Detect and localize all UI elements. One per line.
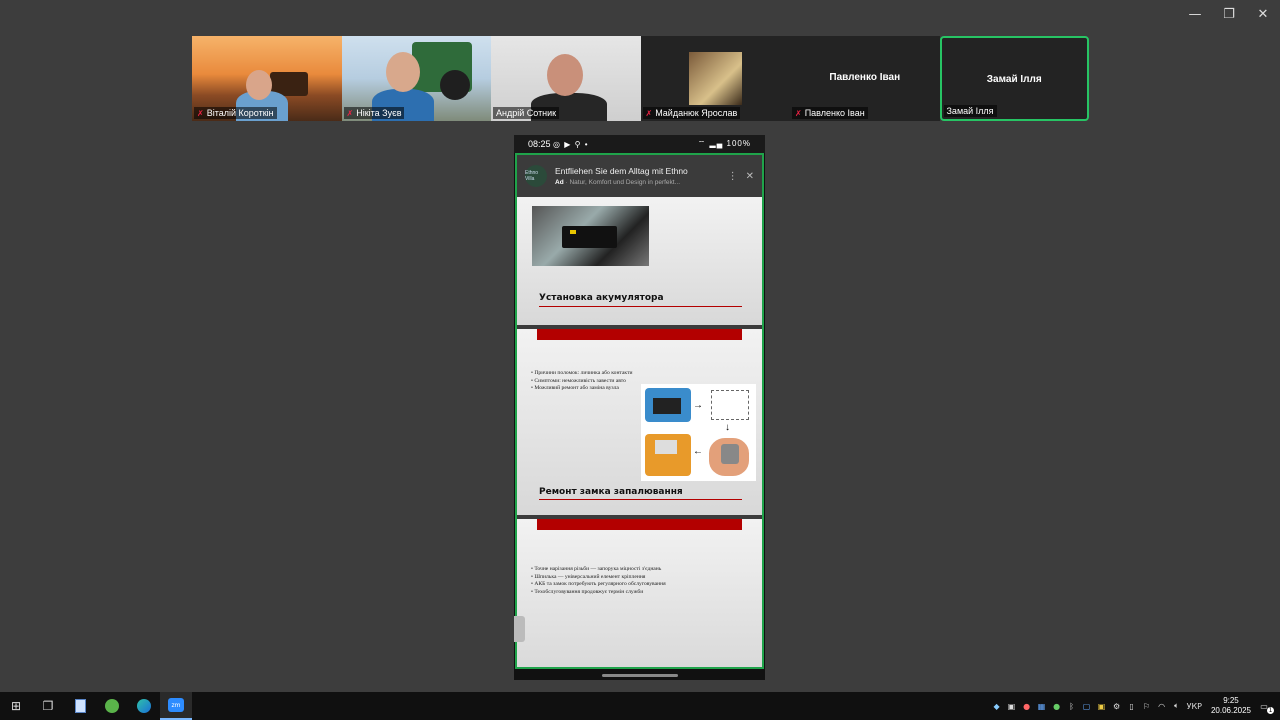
ad-banner[interactable]: Ethno Villa Entfliehen Sie dem Alltag mi… [517,155,762,197]
participant-name: ✗ Павленко Іван [792,107,868,119]
ad-headline: Entfliehen Sie dem Alltag mit Ethno [555,166,688,176]
slide-title: Ремонт замка запалювання [539,487,683,497]
signal-icon: ▂▄ [709,139,724,148]
window-controls: — ❐ ✕ [1178,0,1280,28]
utorrent-icon[interactable] [96,692,128,720]
mic-muted-icon: ✗ [197,108,204,118]
slide-title: Установка акумулятора [539,293,664,303]
participant-tile[interactable]: ✗ Нікіта Зуєв [341,36,491,121]
restore-button[interactable]: ❐ [1212,0,1246,28]
tray-icon[interactable]: ▢ [1082,701,1092,711]
tray-icon[interactable]: ⚐ [1142,701,1152,711]
ad-label: Ad [555,179,564,186]
ad-logo: Ethno Villa [525,165,547,187]
participant-tile[interactable]: ✗ Майданюк Ярослав [640,36,790,121]
more-icon[interactable]: ⋮ [728,171,738,182]
task-view-icon[interactable]: ❐ [32,692,64,720]
tray-icon[interactable]: ● [1052,701,1062,711]
tray-icon[interactable]: ▣ [1097,701,1107,711]
start-button[interactable]: ⊞ [0,692,32,720]
participant-tile-active[interactable]: Замай Ілля Замай Ілля [939,36,1089,121]
zoom-window: — ❐ ✕ ✗ Віталій Короткін ✗ Нікіта Зуєв Анд… [0,0,1280,692]
slide-bullets: • Причини поломок: личинка або контакти … [531,370,633,392]
close-button[interactable]: ✕ [1246,0,1280,28]
participant-name: Замай Ілля [943,105,997,117]
wifi-icon: ⌔ [697,139,707,148]
tray-icon[interactable]: ⚙ [1112,701,1122,711]
taskbar: ⊞ ❐ zm ◆ ▣ ● ▦ ● ᛒ ▢ ▣ ⚙ ▯ ⚐ ◠ 🔈︎ УКР 9:… [0,692,1280,720]
minimize-button[interactable]: — [1178,0,1212,28]
battery-icon[interactable]: ▯ [1127,701,1137,711]
phone-time: 08:25 [528,139,551,149]
slide-bullets: • Точне нарізання різьби — запорука міцн… [531,566,666,595]
side-panel-handle[interactable] [514,616,525,642]
mic-muted-icon: ✗ [645,108,653,118]
bluetooth-icon[interactable]: ᛒ [1067,701,1077,711]
tray-icon[interactable]: ● [1022,701,1032,711]
language-indicator[interactable]: УКР [1187,702,1202,711]
phone-screen: Ethno Villa Entfliehen Sie dem Alltag mi… [515,153,764,669]
notification-icons: ◎ ▶ ⚲ • [553,140,589,149]
participant-name: ✗ Нікіта Зуєв [343,107,405,119]
tray-icon[interactable]: ▦ [1037,701,1047,711]
participant-strip: ✗ Віталій Короткін ✗ Нікіта Зуєв Андрій Со… [192,36,1089,121]
mic-muted-icon: ✗ [795,108,802,118]
slide: • Причини поломок: личинка або контакти … [517,329,762,515]
participant-name: ✗ Майданюк Ярослав [642,107,741,119]
mic-muted-icon: ✗ [346,108,354,118]
participant-center-name: Павленко Іван [829,72,901,83]
tray-icon[interactable]: ◆ [992,701,1002,711]
phone-status-bar: 08:25 ◎ ▶ ⚲ • ⌔ ▂▄ 100% [514,135,765,153]
avatar [688,52,742,105]
participant-center-name: Замай Ілля [986,74,1042,85]
system-tray: ◆ ▣ ● ▦ ● ᛒ ▢ ▣ ⚙ ▯ ⚐ ◠ 🔈︎ УКР 9:25 20.0… [992,696,1280,716]
wifi-icon[interactable]: ◠ [1157,701,1167,711]
edge-icon[interactable] [128,692,160,720]
tray-icon[interactable]: ▣ [1007,701,1017,711]
ad-subline: · Natur, Komfort und Design in perfekt..… [565,179,681,186]
phone-home-bar [602,674,678,677]
battery-label: 100% [726,139,751,148]
notifications-icon[interactable]: ▭ 1 [1256,701,1274,714]
ignition-diagram: → ↓ ← [641,384,756,481]
zoom-taskbar-icon[interactable]: zm [160,692,192,720]
participant-tile[interactable]: ✗ Віталій Короткін [192,36,342,121]
shared-screen: 08:25 ◎ ▶ ⚲ • ⌔ ▂▄ 100% Ethno Villa Entf… [514,135,765,680]
slide: Установка акумулятора [517,197,762,325]
participant-tile[interactable]: Павленко Іван ✗ Павленко Іван [790,36,940,121]
close-icon[interactable]: ✕ [746,171,754,182]
participant-name: ✗ Віталій Короткін [194,107,277,119]
notepad-icon[interactable] [64,692,96,720]
battery-photo [532,206,649,266]
slide: • Точне нарізання різьби — запорука міцн… [517,519,762,667]
volume-icon[interactable]: 🔈︎ [1172,701,1182,711]
participant-name: Андрій Сотник [493,107,560,119]
clock[interactable]: 9:25 20.06.2025 [1211,696,1251,716]
participant-tile[interactable]: Андрій Сотник [491,36,641,121]
